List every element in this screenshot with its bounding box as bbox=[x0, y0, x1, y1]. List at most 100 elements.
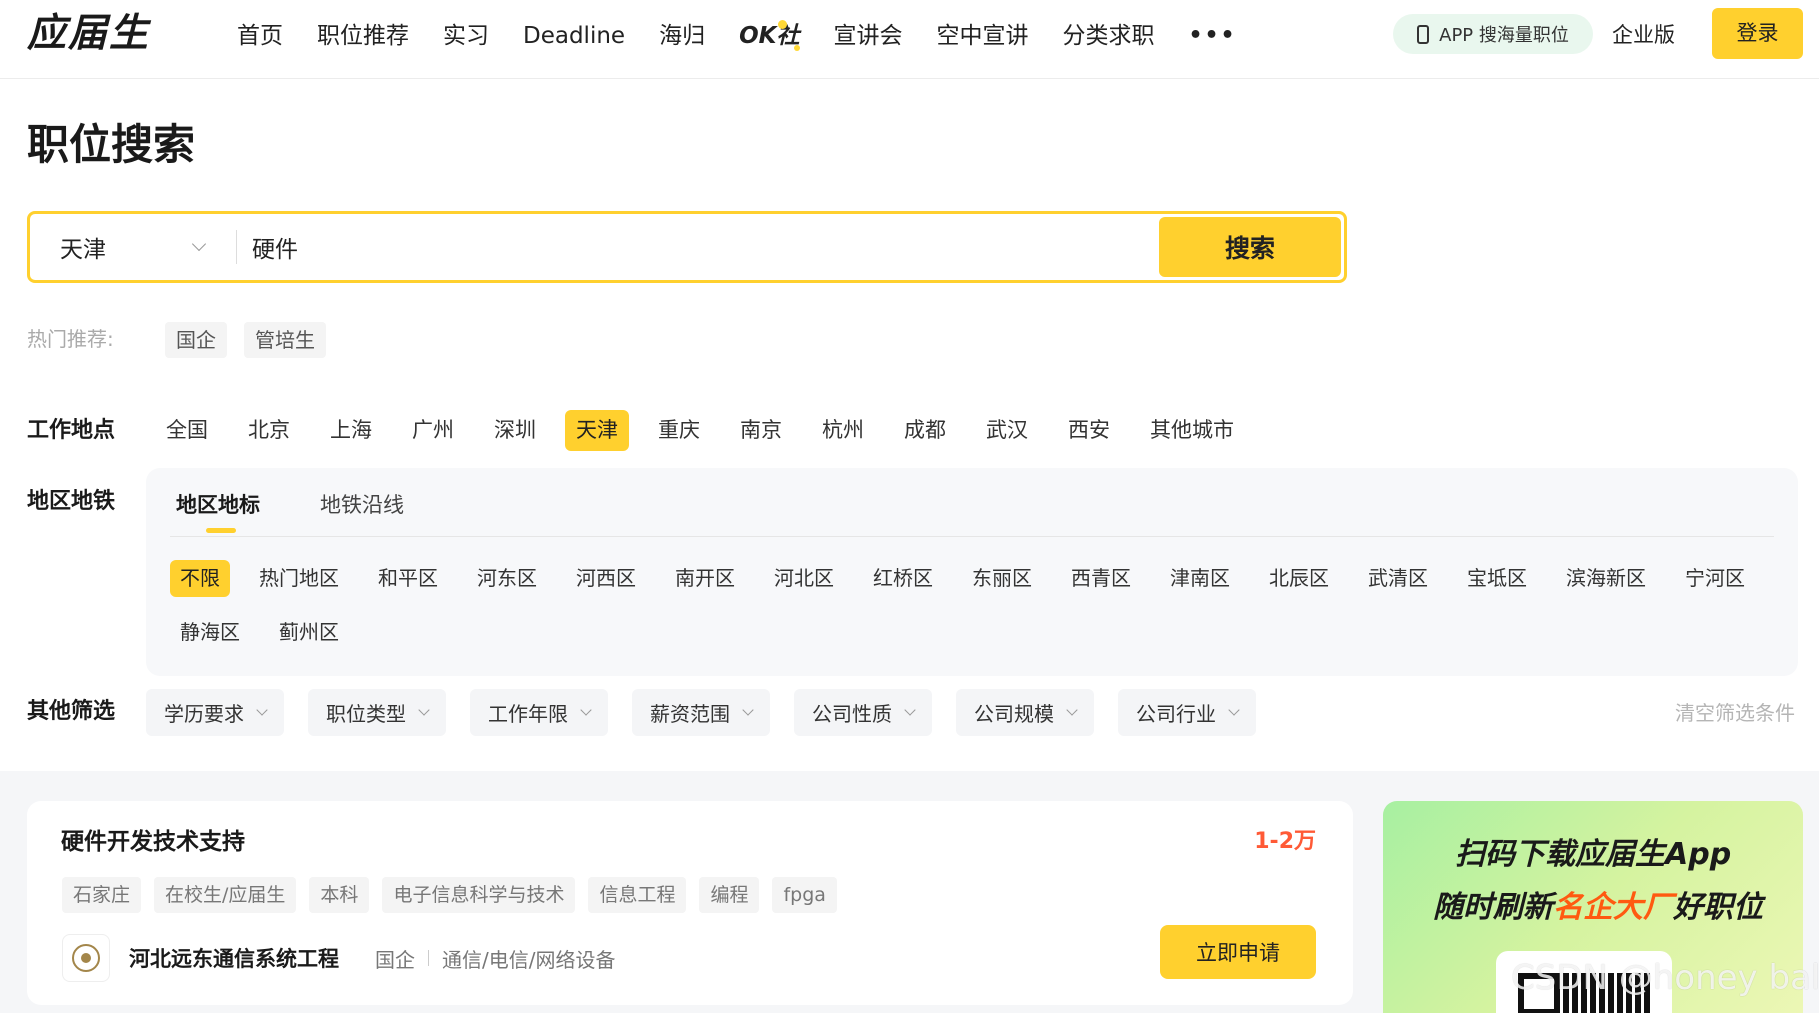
tab-metro-line[interactable]: 地铁沿线 bbox=[320, 486, 404, 524]
job-tag: fpga bbox=[772, 877, 837, 913]
job-title[interactable]: 硬件开发技术支持 bbox=[61, 825, 245, 859]
city-option-selected[interactable]: 天津 bbox=[565, 410, 629, 451]
more-dots-icon[interactable]: ••• bbox=[1188, 16, 1236, 56]
job-tag: 电子信息科学与技术 bbox=[382, 877, 576, 913]
nav-highlight-dot bbox=[778, 20, 788, 29]
filter-label: 公司行业 bbox=[1136, 702, 1216, 726]
city-option[interactable]: 广州 bbox=[401, 410, 465, 451]
filter-job-type[interactable]: 职位类型 bbox=[308, 689, 446, 736]
hot-tag[interactable]: 管培生 bbox=[244, 322, 326, 358]
city-option[interactable]: 杭州 bbox=[811, 410, 875, 451]
city-dropdown-value: 天津 bbox=[60, 237, 106, 263]
company-industry: 通信/电信/网络设备 bbox=[442, 947, 616, 972]
chevron-down-icon bbox=[256, 704, 268, 716]
nav-item-category-jobs[interactable]: 分类求职 bbox=[1062, 16, 1154, 56]
district-option[interactable]: 蓟州区 bbox=[269, 614, 349, 651]
nav-item-ok-label: OK社 bbox=[739, 23, 800, 49]
business-link[interactable]: 企业版 bbox=[1612, 16, 1675, 54]
top-header: 应届生 首页 职位推荐 实习 Deadline 海归 OK社 宣讲会 空中宣讲 … bbox=[0, 0, 1819, 79]
nav-item-overseas[interactable]: 海归 bbox=[659, 16, 705, 56]
district-option[interactable]: 宁河区 bbox=[1675, 560, 1755, 597]
city-option[interactable]: 深圳 bbox=[483, 410, 547, 451]
job-tag: 在校生/应届生 bbox=[154, 877, 297, 913]
city-option[interactable]: 北京 bbox=[237, 410, 301, 451]
company-name[interactable]: 河北远东通信系统工程 bbox=[129, 943, 339, 973]
district-option[interactable]: 北辰区 bbox=[1259, 560, 1339, 597]
promo-text: 扫码下载 bbox=[1455, 837, 1575, 872]
filter-education[interactable]: 学历要求 bbox=[146, 689, 284, 736]
apply-button[interactable]: 立即申请 bbox=[1160, 925, 1316, 979]
company-type: 国企 bbox=[375, 947, 415, 972]
nav-item-job-recommend[interactable]: 职位推荐 bbox=[317, 16, 409, 56]
filter-company-nature[interactable]: 公司性质 bbox=[794, 689, 932, 736]
district-option[interactable]: 和平区 bbox=[368, 560, 448, 597]
hot-recommend-label: 热门推荐: bbox=[27, 327, 114, 351]
district-option[interactable]: 热门地区 bbox=[249, 560, 349, 597]
filter-experience[interactable]: 工作年限 bbox=[470, 689, 608, 736]
nav-item-online-talk[interactable]: 空中宣讲 bbox=[936, 16, 1028, 56]
phone-icon bbox=[1417, 24, 1430, 44]
search-input[interactable] bbox=[252, 214, 1152, 280]
city-option[interactable]: 重庆 bbox=[647, 410, 711, 451]
nav-highlight-dot bbox=[794, 45, 801, 51]
nav-item-internship[interactable]: 实习 bbox=[443, 16, 489, 56]
district-option[interactable]: 津南区 bbox=[1160, 560, 1240, 597]
nav-item-ok-community[interactable]: OK社 bbox=[739, 16, 801, 56]
nav-item-home[interactable]: 首页 bbox=[237, 16, 283, 56]
job-tag: 石家庄 bbox=[62, 877, 142, 913]
district-option[interactable]: 武清区 bbox=[1358, 560, 1438, 597]
work-location-label: 工作地点 bbox=[27, 418, 116, 443]
promo-text: 好职位 bbox=[1673, 890, 1763, 925]
job-tag: 本科 bbox=[309, 877, 370, 913]
filter-company-size[interactable]: 公司规模 bbox=[956, 689, 1094, 736]
chevron-down-icon bbox=[580, 704, 592, 716]
filter-salary[interactable]: 薪资范围 bbox=[632, 689, 770, 736]
chevron-down-icon bbox=[418, 704, 430, 716]
district-panel: 地区地标 地铁沿线 不限 热门地区 和平区 河东区 河西区 南开区 河北区 红桥… bbox=[146, 468, 1798, 676]
district-option[interactable]: 东丽区 bbox=[962, 560, 1042, 597]
search-button[interactable]: 搜索 bbox=[1159, 217, 1341, 277]
district-list: 不限 热门地区 和平区 河东区 河西区 南开区 河北区 红桥区 东丽区 西青区 … bbox=[170, 560, 1790, 668]
city-dropdown[interactable]: 天津 bbox=[30, 214, 236, 280]
district-option[interactable]: 红桥区 bbox=[863, 560, 943, 597]
city-option[interactable]: 全国 bbox=[155, 410, 219, 451]
clear-filters-link[interactable]: 清空筛选条件 bbox=[1675, 698, 1795, 728]
tab-district-landmark[interactable]: 地区地标 bbox=[176, 486, 260, 533]
site-logo[interactable]: 应届生 bbox=[27, 11, 150, 57]
search-divider bbox=[236, 230, 237, 264]
city-option[interactable]: 西安 bbox=[1057, 410, 1121, 451]
active-tab-underline bbox=[206, 528, 236, 533]
district-option[interactable]: 西青区 bbox=[1061, 560, 1141, 597]
app-download-pill[interactable]: APP 搜海量职位 bbox=[1393, 14, 1593, 54]
other-filters-label: 其他筛选 bbox=[27, 699, 116, 724]
district-option[interactable]: 河北区 bbox=[764, 560, 844, 597]
district-option-selected[interactable]: 不限 bbox=[170, 560, 230, 597]
hot-tag[interactable]: 国企 bbox=[165, 322, 227, 358]
promo-text: App bbox=[1665, 837, 1732, 872]
district-option[interactable]: 河东区 bbox=[467, 560, 547, 597]
nav-item-deadline[interactable]: Deadline bbox=[523, 16, 625, 56]
nav-item-campus-talk[interactable]: 宣讲会 bbox=[833, 16, 902, 56]
city-option[interactable]: 上海 bbox=[319, 410, 383, 451]
divider bbox=[428, 950, 429, 966]
chevron-down-icon bbox=[904, 704, 916, 716]
city-option[interactable]: 南京 bbox=[729, 410, 793, 451]
tab-label: 地区地标 bbox=[176, 493, 260, 517]
district-option[interactable]: 静海区 bbox=[170, 614, 250, 651]
district-option[interactable]: 滨海新区 bbox=[1556, 560, 1656, 597]
company-logo[interactable] bbox=[62, 934, 110, 982]
city-option[interactable]: 成都 bbox=[893, 410, 957, 451]
filter-industry[interactable]: 公司行业 bbox=[1118, 689, 1256, 736]
district-option[interactable]: 宝坻区 bbox=[1457, 560, 1537, 597]
district-option[interactable]: 河西区 bbox=[566, 560, 646, 597]
promo-line-1: 扫码下载应届生App bbox=[1455, 834, 1731, 876]
city-option[interactable]: 其他城市 bbox=[1139, 410, 1245, 451]
filter-label: 职位类型 bbox=[326, 702, 406, 726]
login-button[interactable]: 登录 bbox=[1712, 8, 1803, 59]
district-option[interactable]: 南开区 bbox=[665, 560, 745, 597]
city-option[interactable]: 武汉 bbox=[975, 410, 1039, 451]
job-tag: 信息工程 bbox=[588, 877, 687, 913]
job-tag: 编程 bbox=[699, 877, 760, 913]
other-filters: 学历要求 职位类型 工作年限 薪资范围 公司性质 公司规模 公司行业 bbox=[146, 689, 1280, 736]
job-card[interactable]: 硬件开发技术支持 1-2万 石家庄 在校生/应届生 本科 电子信息科学与技术 信… bbox=[27, 801, 1353, 1005]
